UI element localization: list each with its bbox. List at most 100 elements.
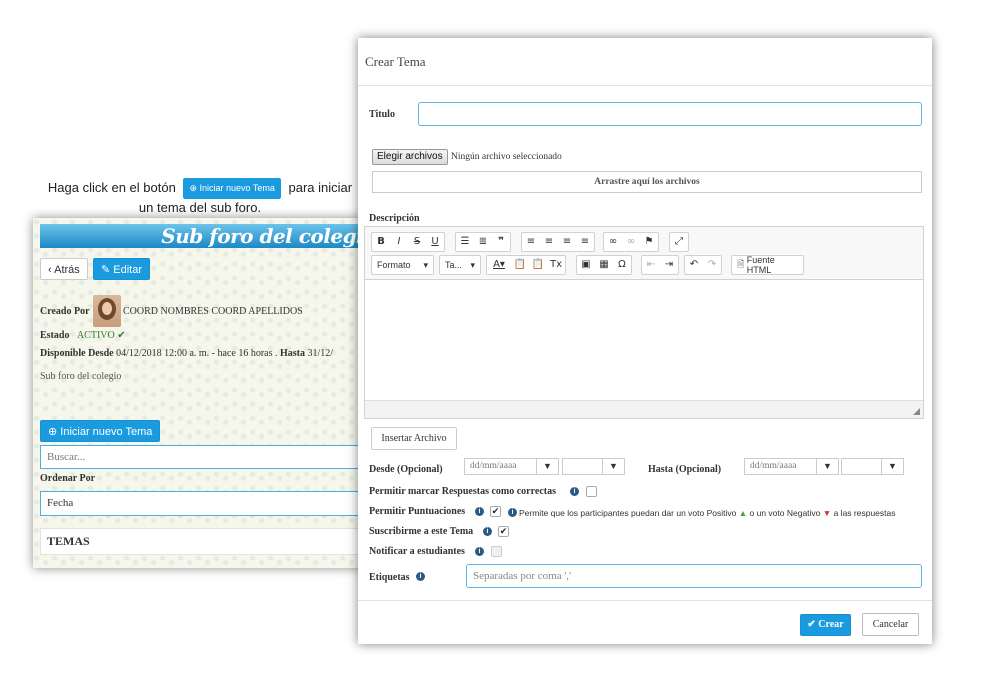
text-color-icon[interactable]: A▾	[487, 256, 511, 274]
edit-label: Editar	[113, 264, 143, 276]
unlink-icon[interactable]: ∞	[622, 233, 640, 251]
notify-checkbox[interactable]	[491, 546, 502, 557]
chevron-down-icon: ▼	[816, 459, 838, 474]
anchor-flag-icon[interactable]: ⚑	[640, 233, 658, 251]
scores-note-c: a las respuestas	[833, 508, 896, 518]
align-left-icon[interactable]: ≡	[522, 233, 540, 251]
paste-icon[interactable]: 📋	[511, 256, 529, 274]
clear-format-icon[interactable]: Tx	[547, 256, 565, 274]
until-value: 31/12/	[307, 348, 334, 359]
scores-note-a: Permite que los participantes puedan dar…	[519, 508, 737, 518]
inline-new-topic-badge: ⊕ Iniciar nuevo Tema	[183, 178, 281, 199]
subscribe-checkbox[interactable]: ✔	[498, 526, 509, 537]
allow-scores-label: Permitir Puntuaciones	[369, 506, 466, 517]
format-label: Formato	[377, 260, 411, 270]
numbered-list-icon[interactable]: ≣	[474, 233, 492, 251]
order-by-select[interactable]: Fecha	[40, 491, 363, 516]
title-label: Titulo	[369, 109, 395, 120]
table-icon[interactable]: ▦	[595, 256, 613, 274]
redo-icon[interactable]: ↷	[703, 256, 721, 274]
from-date-input[interactable]: dd/mm/aaaa ▼	[464, 458, 559, 475]
check-icon: ✔	[807, 619, 816, 630]
edit-button[interactable]: ✎ Editar	[93, 258, 151, 280]
special-char-icon[interactable]: Ω	[613, 256, 631, 274]
check-icon: ✔	[117, 330, 126, 341]
chevron-down-icon: ▼	[536, 459, 558, 474]
dropdown-caret-icon: ▾	[470, 259, 475, 270]
source-html-button[interactable]: 🗎 Fuente HTML	[731, 255, 804, 275]
back-button[interactable]: ‹ Atrás	[40, 258, 88, 280]
source-html-label: Fuente HTML	[746, 255, 775, 275]
size-dropdown-inner: Ta... ▾	[440, 256, 480, 274]
editor-toolbar: B I S U ☰ ≣ ❞ ≡ ≡ ≡ ≡ ∞ ∞ ⚑ ⤢ Formato ▾ …	[365, 227, 923, 280]
rich-text-editor: B I S U ☰ ≣ ❞ ≡ ≡ ≡ ≡ ∞ ∞ ⚑ ⤢ Formato ▾ …	[364, 226, 924, 419]
chevron-down-icon: ▼	[881, 459, 903, 474]
allow-correct-checkbox[interactable]	[586, 486, 597, 497]
info-icon: i	[508, 508, 517, 517]
from-date-placeholder: dd/mm/aaaa	[470, 461, 517, 471]
avatar	[93, 295, 121, 327]
editor-content-area[interactable]	[365, 281, 923, 401]
outdent-icon[interactable]: ⇤	[642, 256, 660, 274]
size-dropdown[interactable]: Ta... ▾	[439, 255, 481, 275]
format-dropdown-inner: Formato ▾	[372, 256, 433, 274]
indent-icon[interactable]: ⇥	[660, 256, 678, 274]
allow-scores-checkbox[interactable]: ✔	[490, 506, 501, 517]
to-date-label: Hasta (Opcional)	[648, 464, 722, 475]
no-file-text: Ningún archivo seleccionado	[451, 152, 562, 162]
to-date-input[interactable]: dd/mm/aaaa ▼	[744, 458, 839, 475]
create-button[interactable]: ✔ Crear	[800, 614, 851, 636]
undo-icon[interactable]: ↶	[685, 256, 703, 274]
title-input[interactable]	[418, 102, 922, 126]
italic-icon[interactable]: I	[390, 233, 408, 251]
paste-text-icon[interactable]: 📋	[529, 256, 547, 274]
from-time-input[interactable]: ▼	[562, 458, 625, 475]
text-style-group: B I S U	[371, 232, 445, 252]
maximize-icon[interactable]: ⤢	[670, 233, 688, 251]
image-icon[interactable]: ▣	[577, 256, 595, 274]
subforum-banner: Sub foro del colegio	[40, 224, 363, 248]
link-icon[interactable]: ∞	[604, 233, 622, 251]
align-center-icon[interactable]: ≡	[540, 233, 558, 251]
allow-correct-label: Permitir marcar Respuestas como correcta…	[369, 486, 556, 497]
cancel-button[interactable]: Cancelar	[862, 613, 919, 636]
topics-header: TEMAS	[40, 528, 363, 555]
modal-footer-divider	[358, 600, 932, 601]
info-icon: i	[475, 507, 484, 516]
bold-icon[interactable]: B	[372, 233, 390, 251]
indent-group: ⇤ ⇥	[641, 255, 679, 275]
insert-file-button[interactable]: Insertar Archivo	[371, 427, 457, 450]
new-topic-button[interactable]: ⊕ Iniciar nuevo Tema	[40, 420, 161, 442]
align-right-icon[interactable]: ≡	[558, 233, 576, 251]
subforum-page: Sub foro del colegio ‹ Atrás ✎ Editar Cr…	[33, 218, 363, 568]
info-icon: i	[570, 487, 579, 496]
editor-statusbar	[365, 400, 923, 418]
strikethrough-icon[interactable]: S	[408, 233, 426, 251]
file-drop-zone[interactable]: Arrastre aquí los archivos	[372, 171, 922, 193]
status-label: Estado	[40, 330, 70, 341]
scores-note-b: o un voto Negativo	[749, 508, 821, 518]
inline-badge-label: Iniciar nuevo Tema	[199, 183, 275, 193]
resize-handle-icon[interactable]	[913, 408, 920, 415]
search-input[interactable]: Buscar...	[40, 445, 363, 469]
chevron-down-icon: ▼	[602, 459, 624, 474]
to-time-input[interactable]: ▼	[841, 458, 904, 475]
align-justify-icon[interactable]: ≡	[576, 233, 594, 251]
document-icon: 🗎	[737, 259, 745, 269]
thumbs-up-icon: ▲	[738, 508, 748, 518]
create-topic-modal: Crear Tema Titulo Elegir archivos Ningún…	[358, 38, 932, 644]
align-group: ≡ ≡ ≡ ≡	[521, 232, 595, 252]
blockquote-icon[interactable]: ❞	[492, 233, 510, 251]
underline-icon[interactable]: U	[426, 233, 444, 251]
order-by-label: Ordenar Por	[40, 473, 96, 484]
tags-input[interactable]: Separadas por coma ','	[466, 564, 922, 588]
choose-files-button[interactable]: Elegir archivos	[372, 149, 448, 165]
status-value: ACTIVO	[76, 330, 115, 341]
scores-note: Permite que los participantes puedan dar…	[519, 508, 896, 518]
to-date-placeholder: dd/mm/aaaa	[750, 461, 797, 471]
instruction-before: Haga click en el botón	[47, 179, 176, 195]
author-name: COORD NOMBRES COORD APELLIDOS	[123, 306, 303, 317]
bulleted-list-icon[interactable]: ☰	[456, 233, 474, 251]
format-dropdown[interactable]: Formato ▾	[371, 255, 434, 275]
created-by-label: Creado Por	[40, 306, 90, 317]
